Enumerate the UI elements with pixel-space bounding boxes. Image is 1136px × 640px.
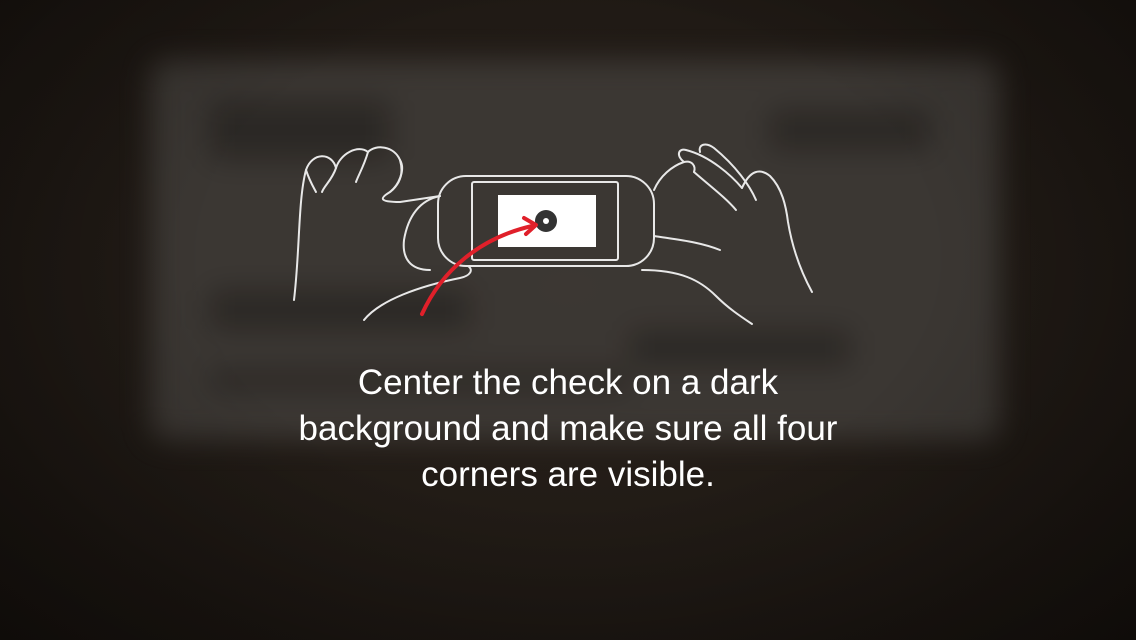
check-capture-tip-screen: Center the check on a dark background an…	[0, 0, 1136, 640]
hands-holding-phone-icon	[293, 143, 813, 325]
capture-instruction-text: Center the check on a dark background an…	[298, 363, 838, 494]
